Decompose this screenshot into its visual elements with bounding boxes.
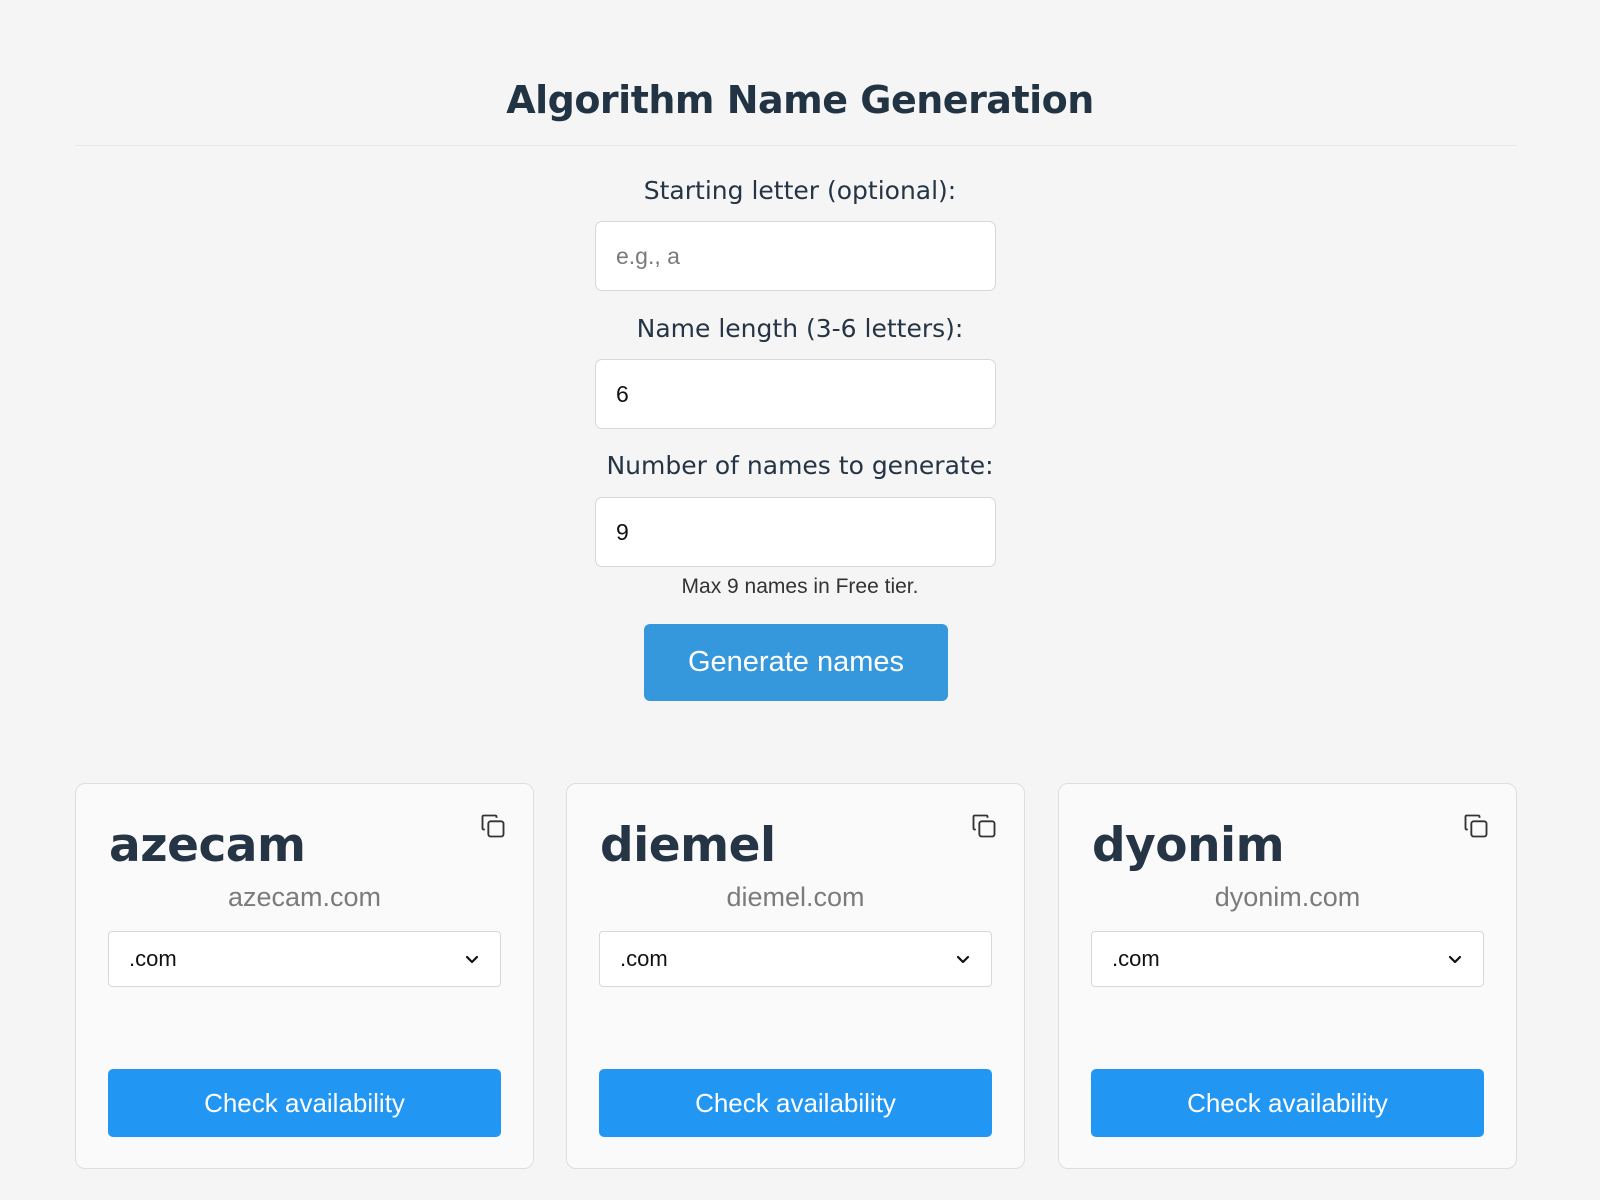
- starting-letter-input[interactable]: [595, 221, 996, 291]
- result-card: dyonim dyonim.com .com Check availabilit…: [1058, 783, 1517, 1169]
- result-name: dyonim: [1092, 818, 1285, 873]
- copy-icon[interactable]: [479, 812, 507, 840]
- chevron-down-icon: [956, 955, 970, 964]
- page-title: Algorithm Name Generation: [506, 78, 1094, 122]
- free-tier-hint: Max 9 names in Free tier.: [681, 575, 919, 598]
- tld-select-value: .com: [129, 946, 177, 971]
- chevron-down-icon: [465, 955, 479, 964]
- result-name: azecam: [109, 818, 306, 873]
- page: Algorithm Name Generation Starting lette…: [0, 0, 1600, 1200]
- starting-letter-label: Starting letter (optional):: [643, 176, 957, 205]
- result-card: diemel diemel.com .com Check availabilit…: [566, 783, 1025, 1169]
- check-availability-button[interactable]: Check availability: [599, 1069, 992, 1137]
- chevron-down-icon: [1448, 955, 1462, 964]
- tld-select[interactable]: .com: [1091, 931, 1484, 987]
- name-length-input[interactable]: [595, 359, 996, 429]
- name-count-input[interactable]: [595, 497, 996, 567]
- result-domain: diemel.com: [726, 882, 865, 912]
- tld-select-value: .com: [620, 946, 668, 971]
- copy-icon[interactable]: [970, 812, 998, 840]
- tld-select-value: .com: [1112, 946, 1160, 971]
- result-domain: dyonim.com: [1214, 882, 1361, 912]
- copy-icon[interactable]: [1462, 812, 1490, 840]
- generate-names-button[interactable]: Generate names: [644, 624, 948, 701]
- tld-select[interactable]: .com: [108, 931, 501, 987]
- check-availability-button[interactable]: Check availability: [1091, 1069, 1484, 1137]
- name-length-label: Name length (3-6 letters):: [636, 314, 964, 343]
- title-divider: [75, 145, 1517, 146]
- name-count-label: Number of names to generate:: [606, 451, 994, 480]
- check-availability-button[interactable]: Check availability: [108, 1069, 501, 1137]
- result-domain: azecam.com: [227, 882, 382, 912]
- result-name: diemel: [600, 818, 776, 873]
- tld-select[interactable]: .com: [599, 931, 992, 987]
- result-card: azecam azecam.com .com Check availabilit…: [75, 783, 534, 1169]
